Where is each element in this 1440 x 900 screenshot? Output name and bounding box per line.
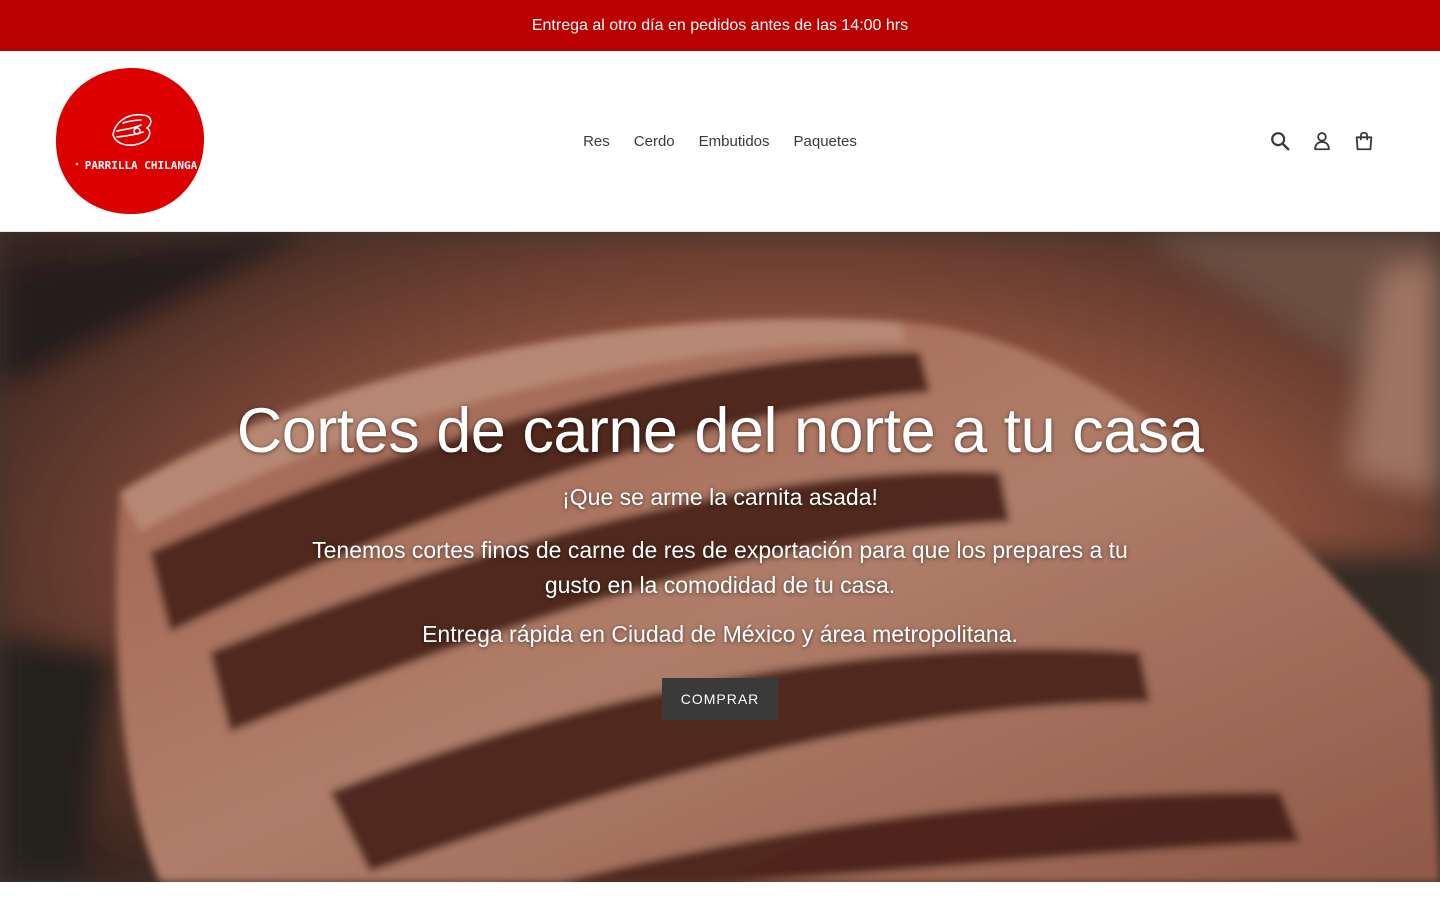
search-icon[interactable] xyxy=(1268,129,1292,153)
nav-item-embutidos[interactable]: Embutidos xyxy=(687,133,782,150)
page-bottom-strip xyxy=(0,882,1440,900)
site-header: PARRILLA CHILANGA Res Cerdo Embutidos Pa… xyxy=(0,51,1440,232)
cart-icon[interactable] xyxy=(1352,129,1376,153)
nav-item-cerdo[interactable]: Cerdo xyxy=(622,133,687,150)
hero-banner: Cortes de carne del norte a tu casa ¡Que… xyxy=(0,232,1440,882)
nav-item-res[interactable]: Res xyxy=(571,133,622,150)
announcement-bar: Entrega al otro día en pedidos antes de … xyxy=(0,0,1440,51)
logo[interactable]: PARRILLA CHILANGA xyxy=(55,65,205,215)
main-nav: Res Cerdo Embutidos Paquetes xyxy=(0,51,1440,231)
header-icons xyxy=(1268,129,1376,153)
nav-item-paquetes[interactable]: Paquetes xyxy=(782,133,869,150)
hero-description: Tenemos cortes finos de carne de res de … xyxy=(312,537,1128,598)
announcement-text: Entrega al otro día en pedidos antes de … xyxy=(531,16,909,34)
logo-text: PARRILLA CHILANGA xyxy=(85,159,198,172)
hero-subtitle: ¡Que se arme la carnita asada! xyxy=(562,484,878,510)
logo-image: PARRILLA CHILANGA xyxy=(55,67,205,215)
hero-content: Cortes de carne del norte a tu casa ¡Que… xyxy=(0,392,1440,720)
account-icon[interactable] xyxy=(1310,129,1334,153)
shop-button[interactable]: COMPRAR xyxy=(661,678,779,720)
hero-delivery-note: Entrega rápida en Ciudad de México y áre… xyxy=(422,621,1018,647)
hero-title: Cortes de carne del norte a tu casa xyxy=(236,396,1204,466)
